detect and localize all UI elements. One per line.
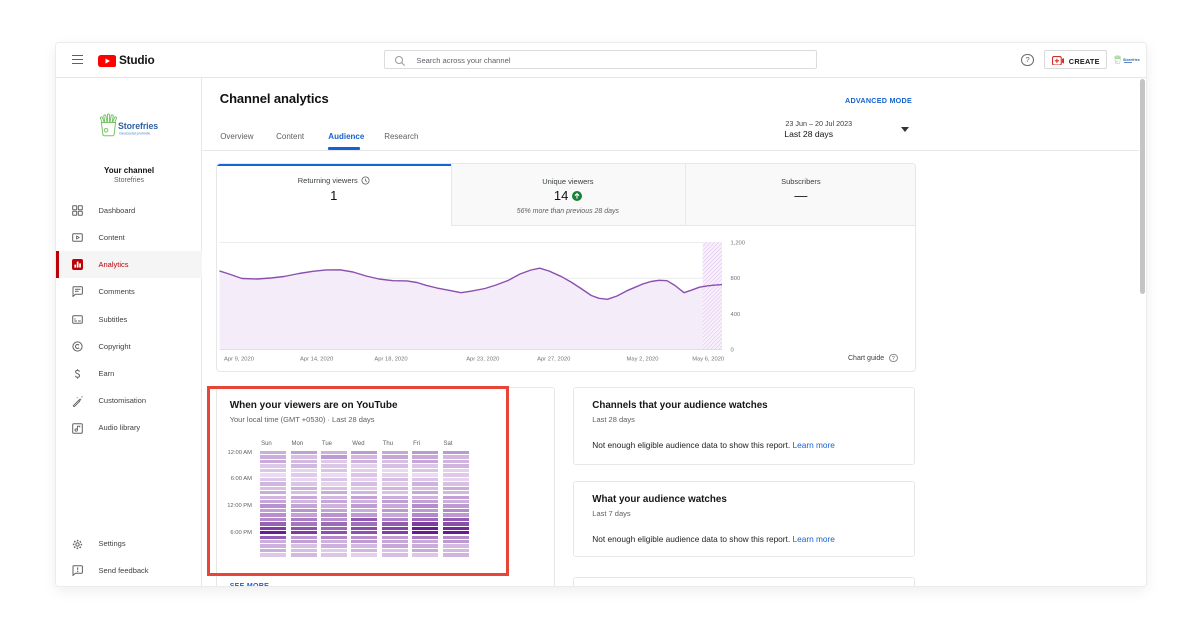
svg-text:800: 800 — [731, 276, 741, 282]
svg-text:Apr 9, 2020: Apr 9, 2020 — [224, 356, 254, 362]
svg-text:Apr 23, 2020: Apr 23, 2020 — [466, 356, 499, 362]
svg-text:0: 0 — [731, 347, 734, 353]
svg-text:1,200: 1,200 — [731, 240, 746, 246]
svg-text:May 6, 2020: May 6, 2020 — [692, 356, 724, 362]
svg-text:Apr 18, 2020: Apr 18, 2020 — [374, 356, 407, 362]
svg-text:Apr 27, 2020: Apr 27, 2020 — [537, 356, 570, 362]
svg-text:400: 400 — [731, 311, 741, 317]
svg-text:May 2, 2020: May 2, 2020 — [627, 356, 659, 362]
svg-text:Apr 14, 2020: Apr 14, 2020 — [300, 356, 333, 362]
